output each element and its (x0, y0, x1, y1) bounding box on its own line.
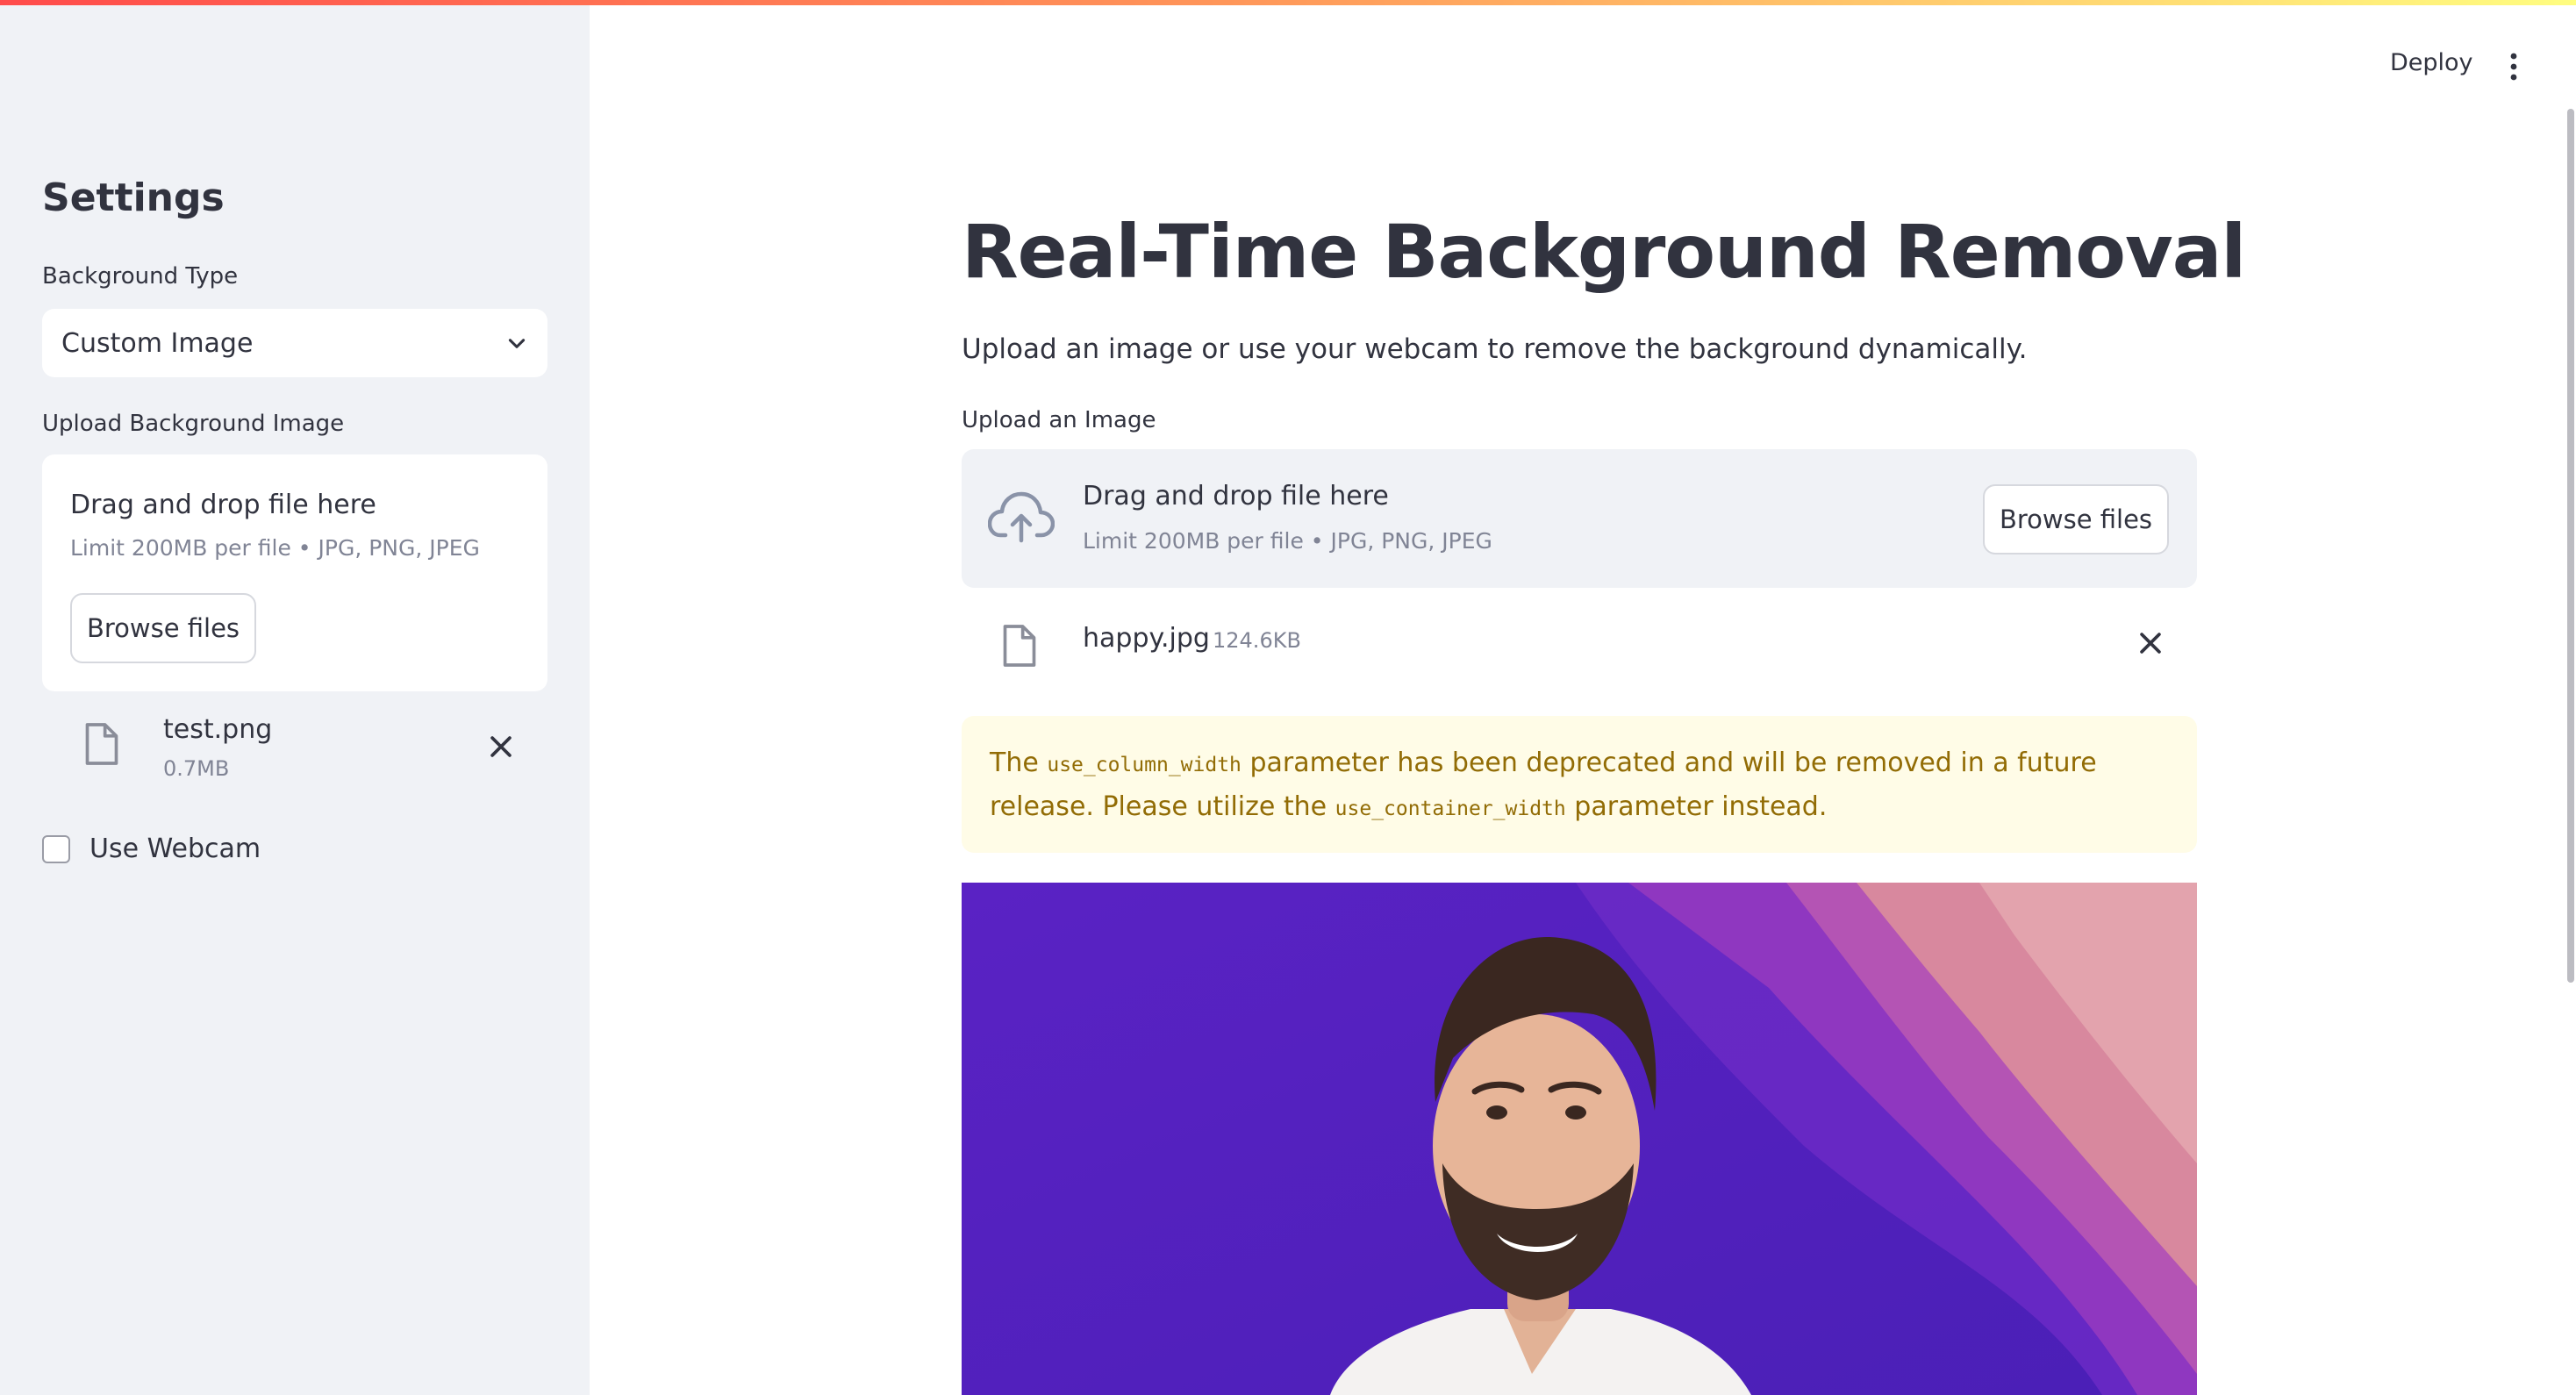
file-icon (85, 723, 118, 765)
alert-code: use_column_width (1047, 754, 1241, 776)
browse-files-button[interactable]: Browse files (70, 593, 256, 663)
processed-photo (962, 883, 2197, 1395)
use-webcam-label: Use Webcam (89, 833, 261, 864)
image-dropzone[interactable]: Drag and drop file here Limit 200MB per … (962, 449, 2197, 588)
uploaded-file-row: happy.jpg 124.6KB (962, 614, 2197, 674)
upload-image-label: Upload an Image (962, 407, 1156, 433)
file-size: 124.6KB (1213, 628, 1301, 653)
background-type-select[interactable]: Custom Image (42, 309, 547, 377)
background-type-label: Background Type (42, 263, 239, 290)
result-image (962, 883, 2197, 1395)
alert-text: parameter instead. (1565, 791, 1828, 822)
sidebar: Settings Background Type Custom Image Up… (0, 0, 590, 1395)
cloud-upload-icon (988, 491, 1055, 543)
file-name: happy.jpg (1083, 623, 1210, 654)
file-size: 0.7MB (163, 756, 230, 781)
kebab-menu-icon[interactable] (2501, 51, 2527, 82)
alert-code: use_container_width (1335, 798, 1566, 820)
page-title: Real-Time Background Removal (962, 209, 2246, 295)
remove-file-icon[interactable] (486, 732, 516, 762)
background-type-value: Custom Image (61, 327, 254, 359)
deprecation-warning: The use_column_width parameter has been … (962, 716, 2197, 853)
use-webcam-toggle[interactable]: Use Webcam (42, 833, 261, 864)
chevron-down-icon (508, 339, 526, 348)
scrollbar[interactable] (2567, 109, 2574, 983)
dropzone-title: Drag and drop file here (70, 490, 376, 520)
top-decoration-bar (0, 0, 2576, 5)
sidebar-title: Settings (42, 175, 225, 220)
use-webcam-checkbox[interactable] (42, 834, 70, 863)
dropzone-limit: Limit 200MB per file • JPG, PNG, JPEG (70, 535, 480, 561)
deploy-button[interactable]: Deploy (2390, 49, 2473, 76)
page-subtitle: Upload an image or use your webcam to re… (962, 333, 2028, 365)
uploaded-file-row: test.png 0.7MB (42, 702, 547, 786)
file-name: test.png (163, 714, 273, 745)
file-icon (1003, 625, 1036, 667)
alert-text: The (990, 748, 1048, 778)
upload-background-label: Upload Background Image (42, 411, 345, 437)
browse-files-button[interactable]: Browse files (1983, 484, 2169, 554)
dropzone-title: Drag and drop file here (1083, 481, 1389, 512)
remove-file-icon[interactable] (2136, 628, 2165, 658)
background-dropzone[interactable]: Drag and drop file here Limit 200MB per … (42, 454, 547, 691)
dropzone-limit: Limit 200MB per file • JPG, PNG, JPEG (1083, 528, 1492, 554)
